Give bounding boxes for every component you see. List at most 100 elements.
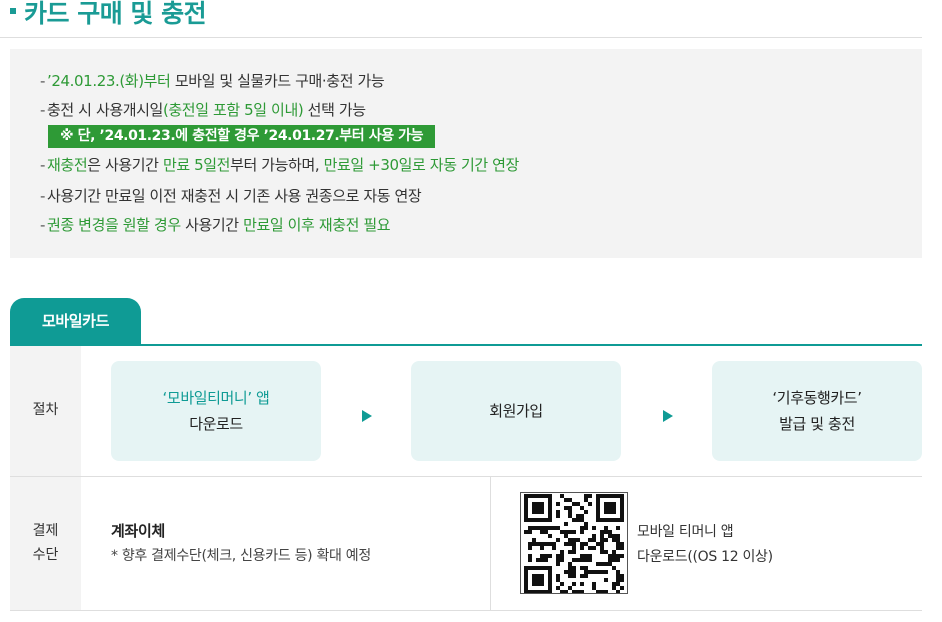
qr-module <box>548 586 552 590</box>
qr-module <box>540 526 544 530</box>
qr-module <box>612 582 616 586</box>
qr-module <box>564 542 568 546</box>
qr-module <box>572 582 576 586</box>
qr-module <box>564 498 568 502</box>
payment-label: 결제 수단 <box>10 477 81 610</box>
qr-module <box>536 518 540 522</box>
qr-module <box>524 498 528 502</box>
page-title: 카드 구매 및 충전 <box>24 0 207 28</box>
qr-module <box>568 514 572 518</box>
payment-note: * 향후 결제수단(체크, 신용카드 등) 확대 예정 <box>111 548 371 564</box>
qr-module <box>532 574 536 578</box>
qr-module <box>536 566 540 570</box>
qr-module <box>532 526 536 530</box>
qr-module <box>556 526 560 530</box>
qr-module <box>608 562 612 566</box>
qr-module <box>576 514 580 518</box>
qr-module <box>548 534 552 538</box>
qr-module <box>604 530 608 534</box>
qr-module <box>556 574 560 578</box>
qr-module <box>540 494 544 498</box>
payment-label-line2: 수단 <box>32 546 59 563</box>
qr-module <box>572 502 576 506</box>
qr-module <box>524 506 528 510</box>
qr-module <box>532 590 536 594</box>
qr-module <box>604 506 608 510</box>
qr-module <box>528 526 532 530</box>
qr-module <box>536 506 540 510</box>
qr-module <box>564 522 568 526</box>
qr-module <box>528 590 532 594</box>
qr-module <box>536 590 540 594</box>
qr-module <box>588 494 592 498</box>
qr-module <box>580 526 584 530</box>
qr-module <box>588 538 592 542</box>
column-divider <box>490 477 491 610</box>
qr-module <box>620 498 624 502</box>
qr-module <box>576 502 580 506</box>
qr-module <box>612 534 616 538</box>
qr-module <box>568 570 572 574</box>
qr-module <box>604 538 608 542</box>
page-header: 카드 구매 및 충전 <box>0 0 922 38</box>
qr-module <box>524 518 528 522</box>
notice-text-segment: 모바일 및 실물카드 구매·충전 가능 <box>170 72 385 90</box>
qr-module <box>552 542 556 546</box>
row-divider <box>10 476 922 477</box>
qr-code-icon[interactable] <box>520 492 628 594</box>
qr-module <box>568 550 572 554</box>
qr-module <box>528 542 532 546</box>
qr-module <box>608 530 612 534</box>
qr-module <box>584 510 588 514</box>
qr-module <box>524 494 528 498</box>
qr-module <box>532 510 536 514</box>
qr-module <box>604 578 608 582</box>
qr-module <box>556 538 560 542</box>
qr-module <box>568 498 572 502</box>
qr-module <box>528 518 532 522</box>
qr-module <box>616 494 620 498</box>
qr-module <box>532 502 536 506</box>
qr-module <box>616 554 620 558</box>
notice-text-segment: 권종 변경을 원할 경우 <box>47 216 181 234</box>
qr-module <box>616 558 620 562</box>
qr-module <box>580 558 584 562</box>
qr-module <box>560 494 564 498</box>
qr-module <box>572 570 576 574</box>
qr-module <box>548 542 552 546</box>
qr-module <box>620 586 624 590</box>
square-bullet-icon <box>10 8 16 14</box>
qr-module <box>532 582 536 586</box>
qr-module <box>600 494 604 498</box>
qr-module <box>540 510 544 514</box>
qr-module <box>596 510 600 514</box>
tab-mobile-card[interactable]: 모바일카드 <box>10 298 141 345</box>
qr-module <box>568 510 572 514</box>
qr-module <box>544 526 548 530</box>
qr-module <box>616 578 620 582</box>
qr-module <box>612 558 616 562</box>
qr-module <box>560 590 564 594</box>
notice-text-segment: 만료일 이후 재충전 필요 <box>243 216 391 234</box>
app-download-title: 모바일 티머니 앱 <box>637 524 734 540</box>
qr-module <box>576 538 580 542</box>
qr-module <box>524 530 528 534</box>
qr-module <box>600 550 604 554</box>
qr-module <box>552 526 556 530</box>
notice-text-segment: 재충전 <box>47 156 88 174</box>
qr-module <box>600 538 604 542</box>
qr-module <box>616 518 620 522</box>
qr-module <box>596 570 600 574</box>
qr-module <box>588 554 592 558</box>
qr-module <box>616 590 620 594</box>
payment-label-line1: 결제 <box>32 522 59 539</box>
qr-module <box>572 530 576 534</box>
qr-module <box>592 534 596 538</box>
qr-module <box>544 530 548 534</box>
qr-module <box>560 558 564 562</box>
qr-module <box>572 550 576 554</box>
qr-module <box>560 554 564 558</box>
qr-module <box>572 566 576 570</box>
qr-module <box>536 582 540 586</box>
qr-module <box>600 590 604 594</box>
